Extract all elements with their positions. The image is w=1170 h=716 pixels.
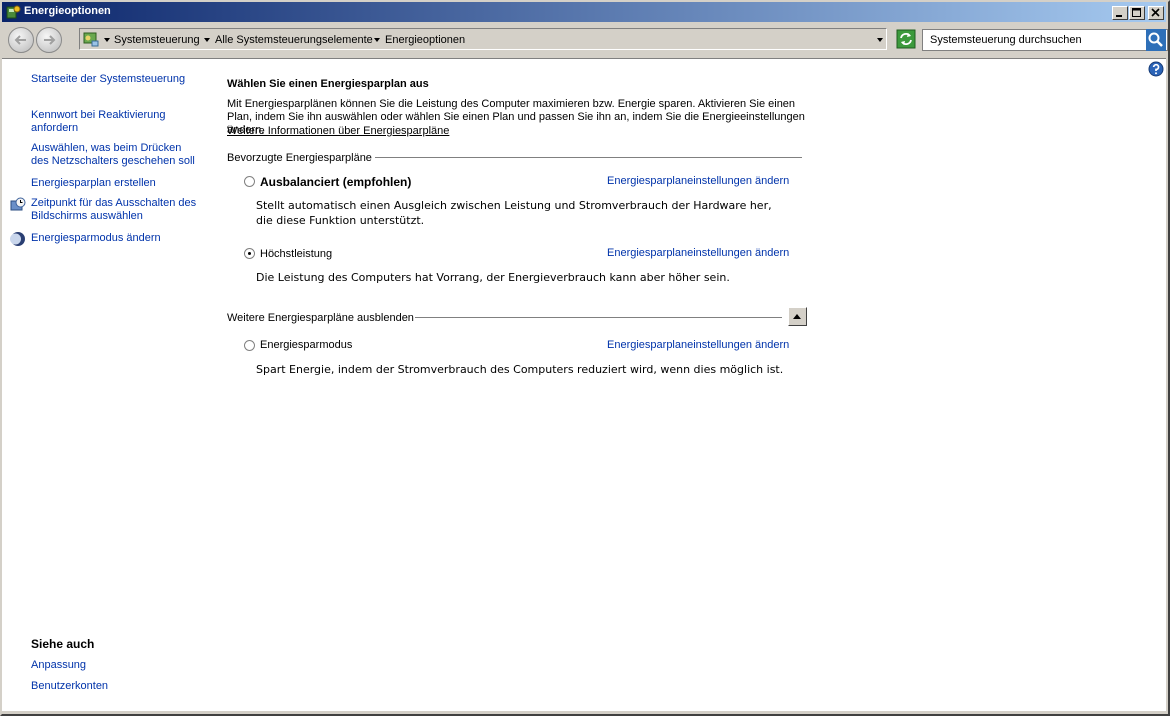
search-icon xyxy=(1146,29,1166,51)
content-pane: Startseite der Systemsteuerung Kennwort … xyxy=(2,59,1166,711)
help-icon[interactable] xyxy=(1148,61,1164,77)
close-icon xyxy=(1151,8,1160,17)
more-plans-header[interactable]: Weitere Energiesparpläne ausblenden xyxy=(227,312,414,324)
plan-name-energiesparmodus[interactable]: Energiesparmodus xyxy=(260,339,352,351)
close-button[interactable] xyxy=(1148,6,1164,20)
minimize-icon xyxy=(1116,15,1122,17)
sidebar-item-startseite[interactable]: Startseite der Systemsteuerung xyxy=(31,73,185,86)
breadcrumb-alle-elemente[interactable]: Alle Systemsteuerungselemente xyxy=(215,34,373,46)
search-placeholder: Systemsteuerung durchsuchen xyxy=(930,34,1082,46)
refresh-icon[interactable] xyxy=(896,29,916,49)
breadcrumb-separator-icon[interactable] xyxy=(374,38,380,42)
forward-arrow-icon xyxy=(44,35,56,45)
moon-icon xyxy=(10,232,25,246)
sidebar-item-energiesparmodus[interactable]: Energiesparmodus ändern xyxy=(31,232,161,245)
plan-desc-ausbalanciert: Stellt automatisch einen Ausgleich zwisc… xyxy=(256,199,772,227)
sidebar-item-bildschirm-ausschalten[interactable]: Zeitpunkt für das Ausschalten des Bildsc… xyxy=(31,197,201,223)
plan-settings-link-ausbalanciert[interactable]: Energiesparplaneinstellungen ändern xyxy=(607,175,789,187)
see-also-benutzerkonten[interactable]: Benutzerkonten xyxy=(31,680,108,693)
collapse-up-icon xyxy=(793,314,801,319)
plan-settings-link-energiesparmodus[interactable]: Energiesparplaneinstellungen ändern xyxy=(607,339,789,351)
back-arrow-icon xyxy=(14,35,26,45)
address-field[interactable]: Systemsteuerung Alle Systemsteuerungsele… xyxy=(79,28,887,50)
minimize-button[interactable] xyxy=(1112,6,1128,20)
see-also-heading: Siehe auch xyxy=(31,637,95,651)
preferred-plans-header: Bevorzugte Energiesparpläne xyxy=(227,152,372,164)
title-bar[interactable]: Energieoptionen xyxy=(2,2,1166,22)
more-plans-divider xyxy=(415,317,782,318)
window-title: Energieoptionen xyxy=(24,5,111,17)
search-button[interactable] xyxy=(1146,29,1166,51)
plan-name-ausbalanciert[interactable]: Ausbalanciert (empfohlen) xyxy=(260,175,411,189)
plan-settings-link-hoechstleistung[interactable]: Energiesparplaneinstellungen ändern xyxy=(607,247,789,259)
breadcrumb-separator-icon[interactable] xyxy=(204,38,210,42)
address-toolbar: Systemsteuerung Alle Systemsteuerungsele… xyxy=(2,24,1168,59)
breadcrumb-systemsteuerung[interactable]: Systemsteuerung xyxy=(114,34,200,46)
forward-button[interactable] xyxy=(36,27,62,53)
collapse-more-plans-button[interactable] xyxy=(788,307,807,326)
control-panel-icon xyxy=(83,32,99,47)
maximize-button[interactable] xyxy=(1129,6,1145,20)
address-history-dropdown-icon[interactable] xyxy=(877,38,883,42)
plan-desc-energiesparmodus: Spart Energie, indem der Stromverbrauch … xyxy=(256,363,784,376)
preferred-plans-divider xyxy=(375,157,802,158)
plan-desc-hoechstleistung: Die Leistung des Computers hat Vorrang, … xyxy=(256,271,730,284)
page-title: Wählen Sie einen Energiesparplan aus xyxy=(227,78,429,90)
clock-monitor-icon xyxy=(10,197,26,211)
radio-hoechstleistung[interactable] xyxy=(244,248,255,259)
maximize-icon xyxy=(1132,8,1141,17)
radio-ausbalanciert[interactable] xyxy=(244,176,255,187)
sidebar-item-kennwort[interactable]: Kennwort bei Reaktivierung anfordern xyxy=(31,109,201,135)
more-info-link[interactable]: Weitere Informationen über Energiesparpl… xyxy=(227,125,449,137)
sidebar-item-plan-erstellen[interactable]: Energiesparplan erstellen xyxy=(31,177,156,190)
breadcrumb-energieoptionen[interactable]: Energieoptionen xyxy=(385,34,465,46)
power-options-icon xyxy=(6,5,21,19)
radio-selected-dot xyxy=(248,252,251,255)
see-also-anpassung[interactable]: Anpassung xyxy=(31,659,86,672)
radio-energiesparmodus[interactable] xyxy=(244,340,255,351)
breadcrumb-dropdown-icon[interactable] xyxy=(104,38,110,42)
back-button[interactable] xyxy=(8,27,34,53)
sidebar-item-netzschalter[interactable]: Auswählen, was beim Drücken des Netzscha… xyxy=(31,142,201,168)
search-input[interactable]: Systemsteuerung durchsuchen xyxy=(922,29,1168,51)
plan-name-hoechstleistung[interactable]: Höchstleistung xyxy=(260,248,332,260)
